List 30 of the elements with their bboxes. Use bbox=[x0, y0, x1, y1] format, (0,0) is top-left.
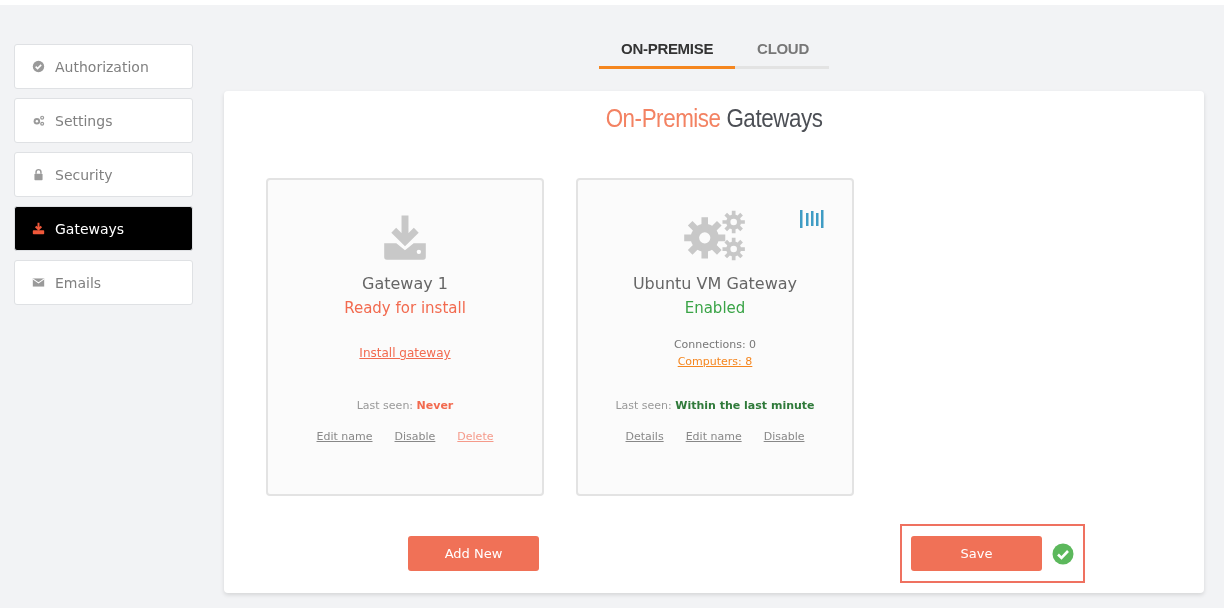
card-link[interactable]: Delete bbox=[457, 430, 494, 443]
sidebar-item[interactable]: Security bbox=[14, 152, 193, 197]
gears-icon bbox=[32, 114, 45, 127]
add-new-button[interactable]: Add New bbox=[408, 536, 539, 571]
computers-link[interactable]: Computers: 8 bbox=[677, 355, 753, 368]
gateway-status: Ready for install bbox=[344, 299, 466, 317]
tab[interactable]: ON-PREMISE bbox=[599, 36, 736, 69]
install-link[interactable]: Install gateway bbox=[359, 346, 451, 360]
card-link[interactable]: Edit name bbox=[685, 430, 742, 443]
card-link[interactable]: Disable bbox=[394, 430, 436, 443]
card-link[interactable]: Details bbox=[625, 430, 664, 443]
sidebar-item[interactable]: Authorization bbox=[14, 44, 193, 89]
lock-icon bbox=[32, 168, 45, 181]
card-link[interactable]: Disable bbox=[763, 430, 805, 443]
panel-title: On-Premise Gateways bbox=[605, 103, 823, 134]
gateway-name: Ubuntu VM Gateway bbox=[632, 274, 798, 293]
check-circle-icon bbox=[32, 60, 45, 73]
gateway-status: Enabled bbox=[684, 299, 746, 317]
connections-count: Connections: 0 bbox=[673, 338, 757, 351]
sidebar-item[interactable]: Emails bbox=[14, 260, 193, 305]
sidebar-item[interactable]: Settings bbox=[14, 98, 193, 143]
gateway-name: Gateway 1 bbox=[362, 274, 448, 293]
card-link[interactable]: Edit name bbox=[316, 430, 373, 443]
envelope-icon bbox=[32, 276, 45, 289]
last-seen-text: Last seen: Never bbox=[356, 399, 454, 412]
tab[interactable]: CLOUD bbox=[735, 36, 829, 69]
sidebar-item[interactable]: Gateways bbox=[14, 206, 193, 251]
save-button[interactable]: Save bbox=[911, 536, 1042, 571]
download-icon bbox=[32, 222, 45, 235]
last-seen-text: Last seen: Within the last minute bbox=[615, 399, 815, 412]
